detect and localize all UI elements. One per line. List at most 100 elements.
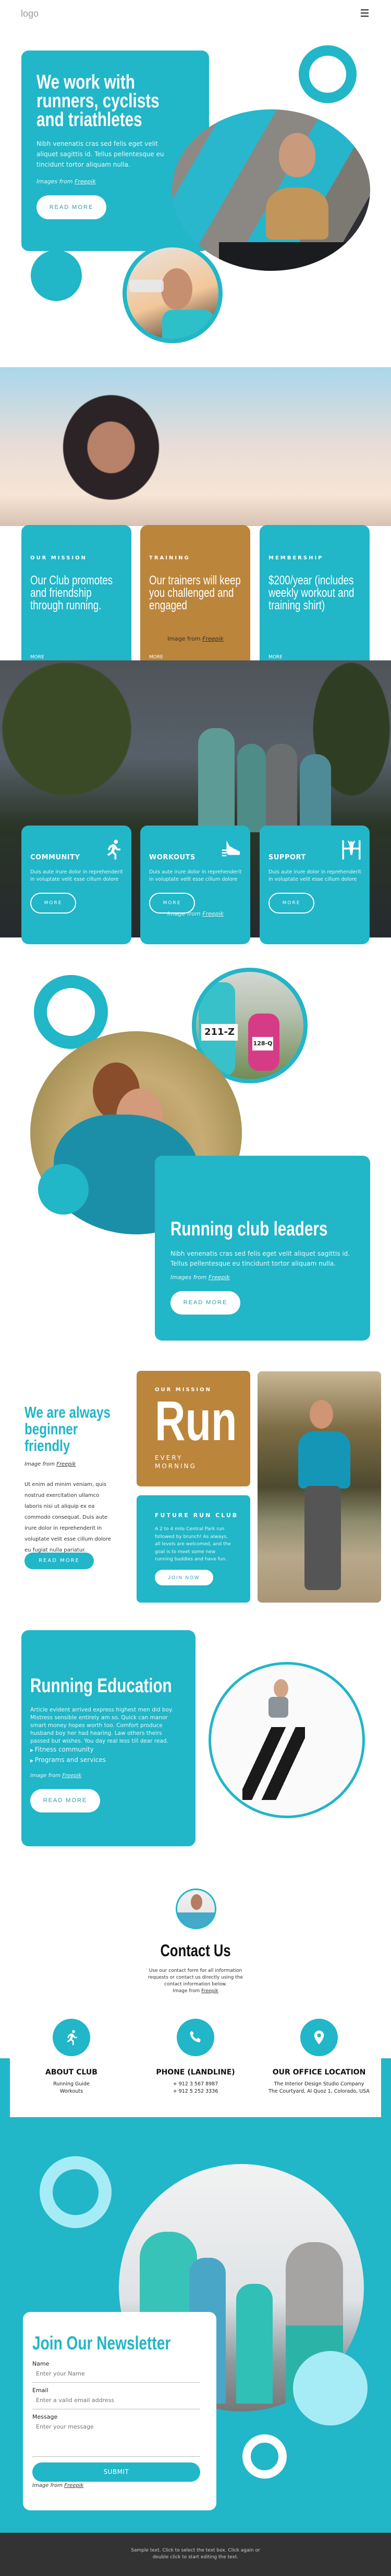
bib-number: 211-Z [201,1024,238,1041]
hero-photo-runner [172,109,370,271]
feature-label: OUR MISSION [30,555,88,561]
beginner-title-line: We are always [25,1403,111,1421]
service-title: COMMUNITY [30,854,80,861]
freepik-link[interactable]: Freepik [75,178,96,185]
decorative-circle [31,250,82,301]
contact-column: PHONE (LANDLINE) + 912 3 567 8987 + 912 … [136,2019,255,2095]
freepik-link[interactable]: Freepik [64,2483,83,2489]
jogger-legs [304,1486,341,1590]
runner-icon [102,839,124,860]
decorative-ring [242,2434,287,2479]
leaders-read-more-button[interactable]: READ MORE [170,1291,240,1315]
feature-card: MEMBERSHIP $200/year (includes weekly wo… [260,525,370,675]
message-label: Message [32,2414,58,2420]
feature-title: Our trainers will keep you challenged an… [149,573,241,612]
freepik-link[interactable]: Freepik [202,635,224,642]
education-list-item: ▶ Fitness community [30,1746,94,1753]
service-card: SUPPORT Duis aute irure dolor in reprehe… [260,826,370,944]
woman-silhouette [36,393,172,529]
freepik-link[interactable]: Freepik [201,1989,218,1994]
bib-number: 128-Q [252,1037,273,1051]
beginner-title-line: beginner [25,1420,78,1438]
contact-column-title: PHONE (LANDLINE) [156,2068,235,2077]
runner-head [274,1679,288,1698]
drinker-face [161,268,192,310]
beginner-read-more-button[interactable]: READ MORE [25,1553,94,1569]
freepik-link[interactable]: Freepik [209,1274,230,1281]
treadmill [219,242,370,271]
hero-credit: Images from Freepik [36,178,96,185]
message-textarea[interactable] [32,2420,200,2457]
freepik-link[interactable]: Freepik [202,910,224,917]
service-text: Duis aute irure dolor in reprehenderit i… [30,869,123,882]
footer-text: Sample text. Click to select the text bo… [131,2548,260,2560]
sneaker-icon [221,839,243,860]
trees-left [0,660,167,832]
decorative-ring [299,45,357,103]
contact-column-line: The Interior Design Studio Company [274,2081,364,2087]
contact-column-line: + 912 5 252 3336 [173,2089,218,2094]
education-credit: Image from Freepik [30,1773,82,1779]
contact-title: Contact Us [160,1941,231,1960]
future-run-text: A 2 to 4 mile Central Park run followed … [155,1527,231,1562]
service-text: Duis aute irure dolor in reprehenderit i… [268,869,361,882]
footer: Sample text. Click to select the text bo… [0,2533,391,2576]
location-pin-icon [300,2019,338,2056]
join-now-button[interactable]: JOIN NOW [155,1570,213,1585]
hero-title-line: runners, cyclists [36,90,160,112]
feature-title: $200/year (includes weekly workout and t… [268,573,355,612]
jogger-head [310,1400,333,1429]
freepik-link[interactable]: Freepik [56,1461,76,1467]
contact-column-title: OUR OFFICE LOCATION [272,2068,366,2077]
site-header: logo [0,0,391,31]
sports-bra [266,187,328,240]
hero-title-line: We work with [36,71,135,93]
stretching-photo [0,367,391,529]
email-input[interactable] [32,2394,200,2409]
freepik-link[interactable]: Freepik [62,1773,81,1779]
email-label: Email [32,2387,48,2394]
name-input[interactable] [32,2367,200,2383]
feature-title: Our Club promotes and friendship through… [30,573,113,612]
mission-big-text: Run [155,1389,237,1452]
water-bottle [129,280,164,292]
contact-column-line: The Courtyard, Al Quoz 1, Colorado, USA [268,2089,370,2094]
hero-title: We work with runners, cyclists and triat… [36,71,193,131]
shirt [162,310,214,339]
education-list: ▶ Fitness community ▶ Programs and servi… [30,1745,106,1766]
contact-column-line: + 912 3 567 8987 [173,2081,218,2087]
submit-button[interactable]: SUBMIT [32,2462,200,2482]
education-title: Running Education [30,1675,172,1697]
feature-label: MEMBERSHIP [268,555,324,561]
hero-title-line: and triathletes [36,109,142,131]
logo[interactable]: logo [21,8,39,19]
beginner-title: We are always beginner friendly [25,1404,135,1454]
beginner-title-line: friendly [25,1436,70,1455]
hamburger-menu-icon[interactable] [361,9,369,17]
feature-card: OUR MISSION Our Club promotes and friend… [21,525,131,675]
education-photo-runner [209,1662,365,1818]
beginner-credit: Image from Freepik [25,1461,76,1467]
runner-top [268,1697,288,1718]
service-text: Duis aute irure dolor in reprehenderit i… [149,869,242,882]
runner-1 [198,728,235,827]
contact-column-line: Workouts [59,2089,83,2094]
newsletter-form: Name Email Message SUBMIT [32,2360,200,2482]
decorative-circle [38,1164,89,1215]
beginner-text: Ut enim ad minim veniam, quis nostrud ex… [25,1482,111,1553]
service-title: WORKOUTS [149,854,196,861]
jogging-woman-photo [258,1371,381,1603]
education-text: Article evident arrived express highest … [30,1707,173,1744]
leaders-text: Nibh venenatis cras sed felis eget velit… [170,1250,350,1267]
contact-avatar [176,1889,216,1929]
hero-read-more-button[interactable]: READ MORE [36,195,106,219]
woman-center [236,2284,273,2404]
education-list-item: ▶ Programs and services [30,1756,106,1764]
features-credit: Image from Freepik [167,635,224,642]
contact-text: Use our contact form for all information… [148,1968,243,1987]
avatar-face [191,1894,202,1910]
service-card: WORKOUTS Duis aute irure dolor in repreh… [140,826,250,944]
runner-icon [53,2019,90,2056]
services-credit: Image from Freepik [167,910,224,917]
education-read-more-button[interactable]: READ MORE [30,1789,100,1812]
